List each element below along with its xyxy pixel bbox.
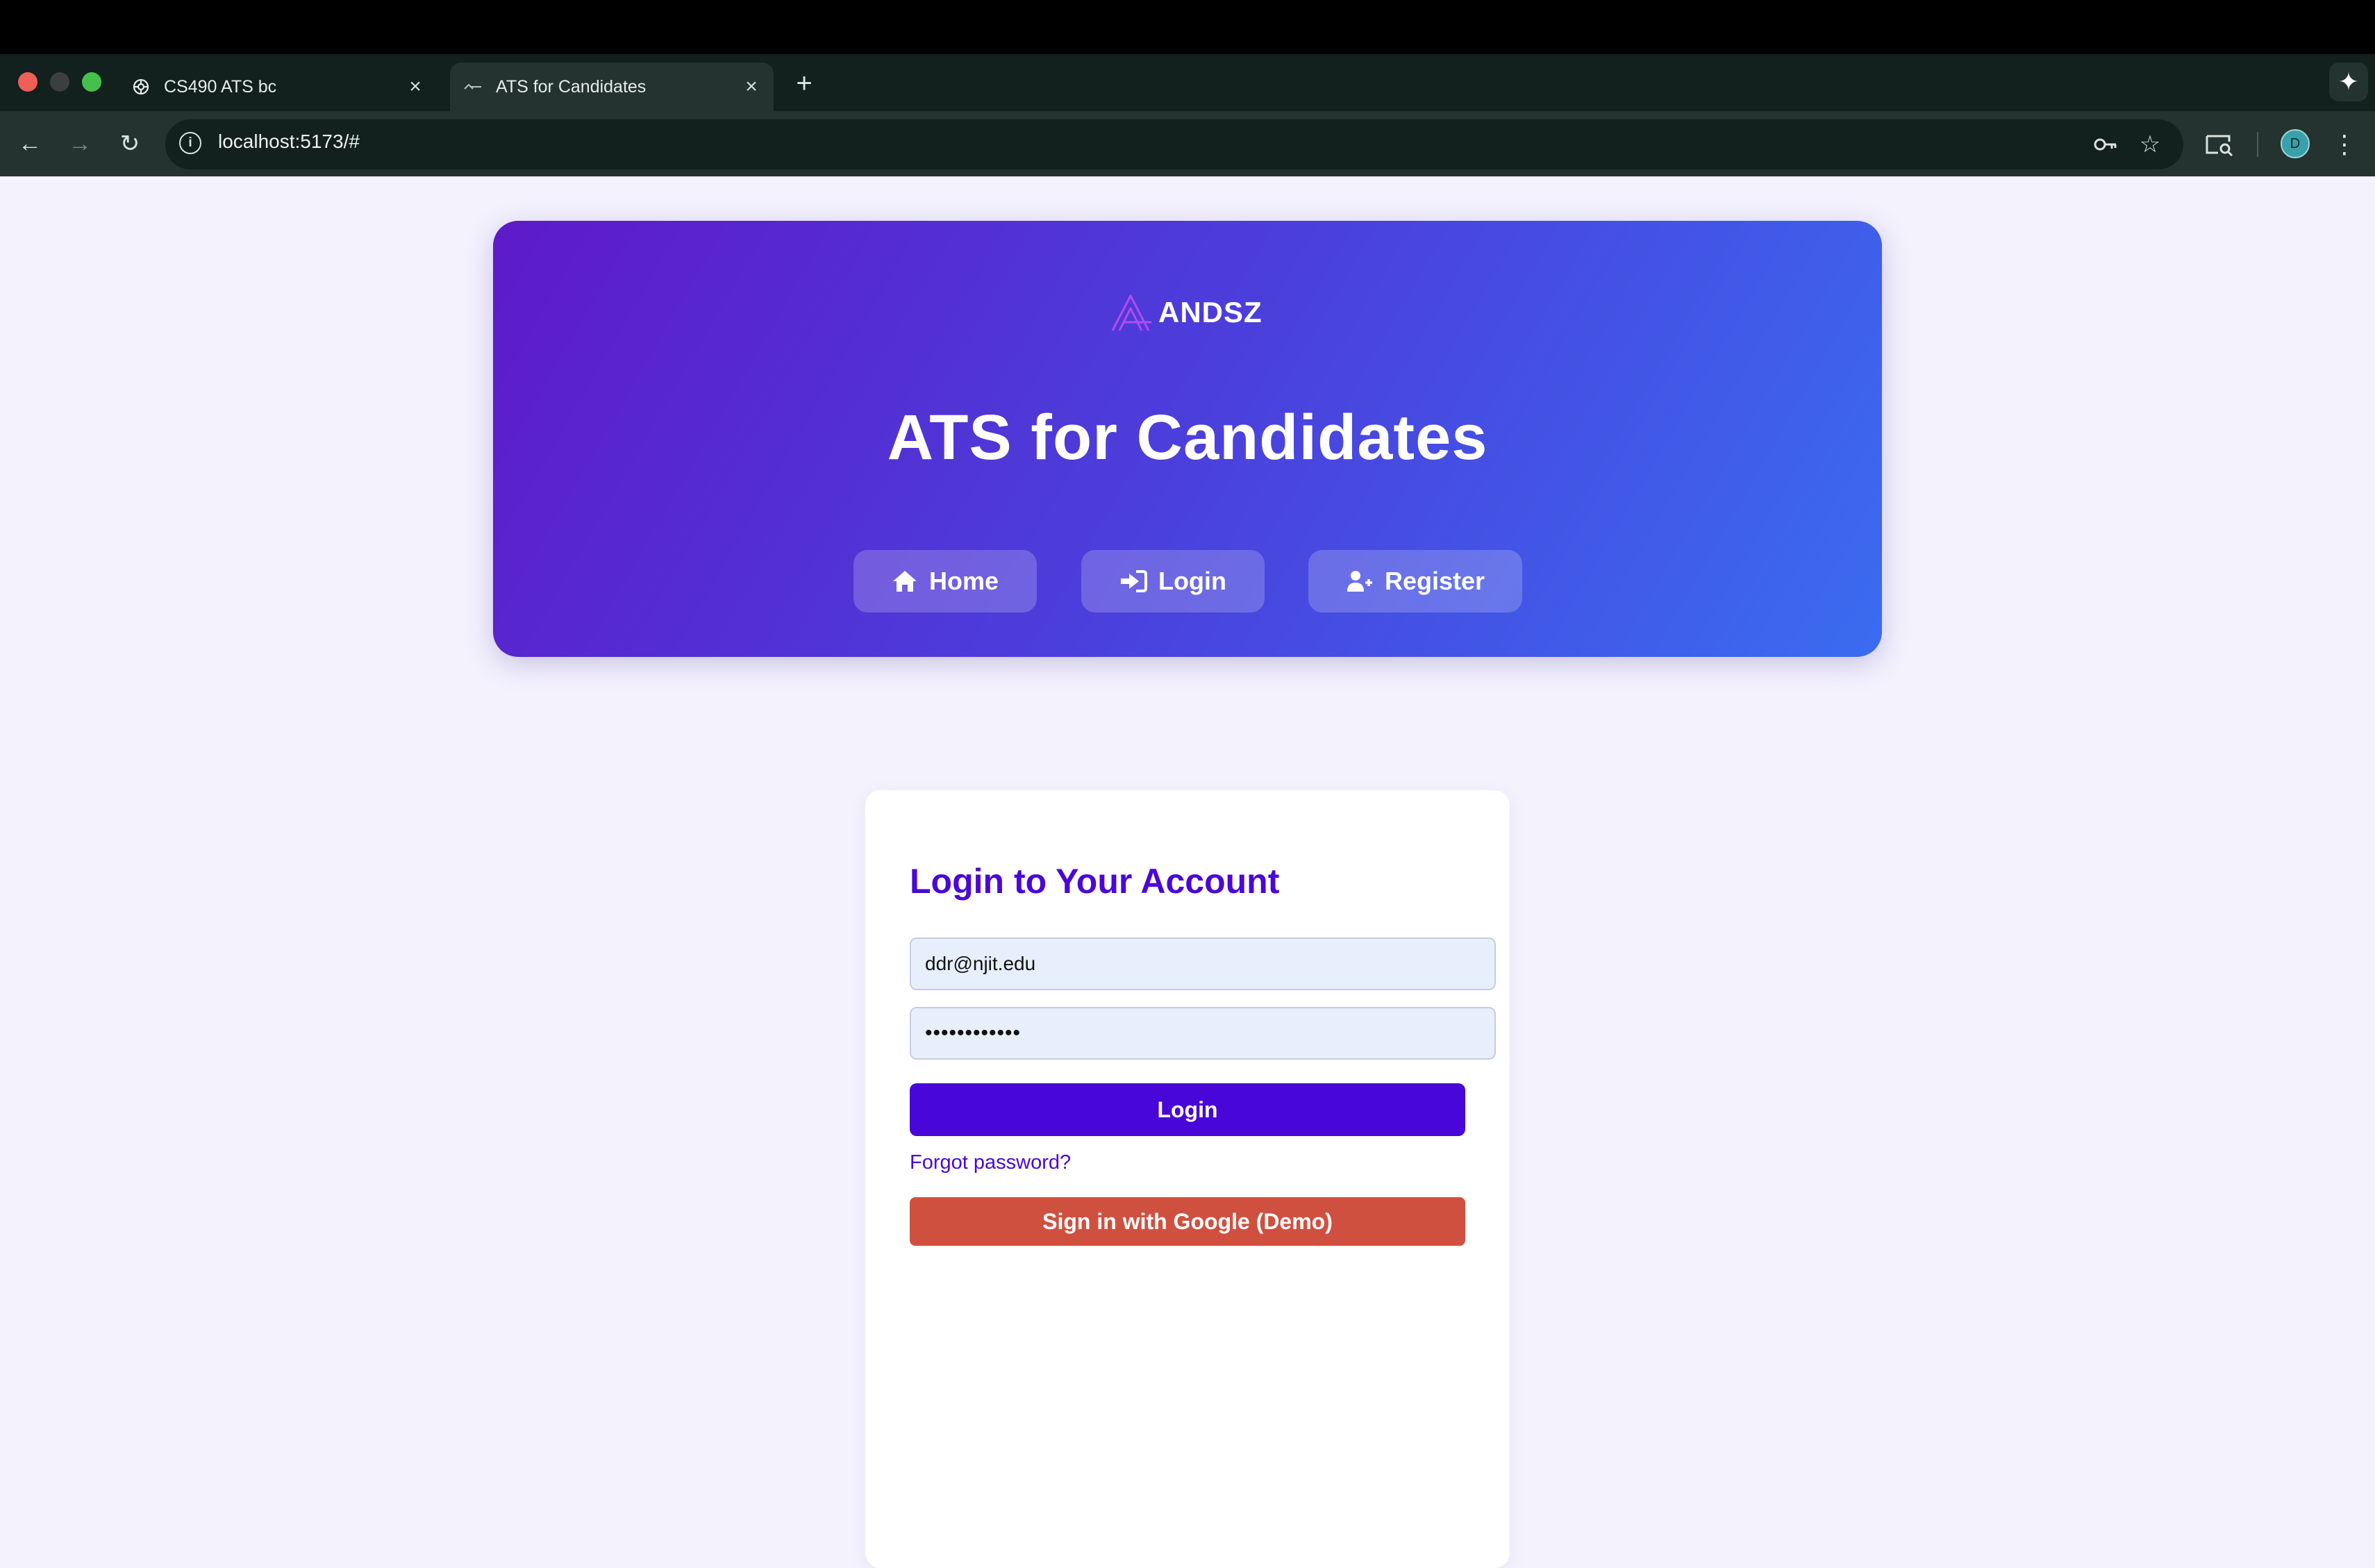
user-plus-icon <box>1347 571 1372 592</box>
window-zoom-button[interactable] <box>82 72 101 92</box>
forgot-password-link[interactable]: Forgot password? <box>910 1151 1071 1174</box>
forward-arrow-icon[interactable]: → <box>62 126 97 161</box>
password-field[interactable]: •••••••••••• <box>910 1007 1496 1060</box>
info-icon[interactable]: i <box>179 132 201 154</box>
nav-register-label: Register <box>1384 567 1485 595</box>
sparkle-icon[interactable]: ✦ <box>2329 62 2368 101</box>
page-title: ATS for Candidates <box>887 402 1488 473</box>
screen-top-bar <box>0 0 2375 54</box>
window-close-button[interactable] <box>18 72 38 92</box>
login-submit-button[interactable]: Login <box>910 1083 1465 1136</box>
nav-home-button[interactable]: Home <box>853 550 1037 612</box>
reload-icon[interactable]: ↻ <box>112 126 147 161</box>
profile-avatar[interactable]: D <box>2281 129 2310 158</box>
openai-icon <box>131 76 151 97</box>
address-bar-url[interactable]: localhost:5173/# <box>218 131 360 153</box>
tab-search-icon[interactable] <box>2203 129 2236 160</box>
nav-register-button[interactable]: Register <box>1308 550 1522 612</box>
more-vert-icon[interactable]: ⋮ <box>2331 128 2358 161</box>
google-signin-button[interactable]: Sign in with Google (Demo) <box>910 1197 1465 1246</box>
window-minimize-button[interactable] <box>50 72 69 92</box>
key-icon[interactable] <box>2090 129 2121 160</box>
browser-tab-cs490[interactable]: CS490 ATS bc × <box>118 64 438 110</box>
browser-tab-ats[interactable]: ATS for Candidates × <box>450 62 774 111</box>
nav-home-label: Home <box>928 567 999 595</box>
address-bar[interactable] <box>165 119 2183 169</box>
toolbar-divider <box>2257 132 2258 157</box>
login-card <box>865 790 1510 1568</box>
andsz-logo-icon <box>1111 294 1151 331</box>
logo-text: ANDSZ <box>1158 296 1262 328</box>
tab-title: CS490 ATS bc <box>164 76 277 97</box>
email-field[interactable]: ddr@njit.edu <box>910 937 1496 990</box>
tab-title: ATS for Candidates <box>496 76 647 97</box>
new-tab-button[interactable]: + <box>788 67 821 100</box>
back-arrow-icon[interactable]: ← <box>12 126 47 161</box>
sign-in-icon <box>1121 570 1148 592</box>
home-icon <box>892 571 917 592</box>
site-logo[interactable]: ANDSZ <box>1110 292 1262 333</box>
nav-login-label: Login <box>1158 567 1226 595</box>
nav-login-button[interactable]: Login <box>1081 550 1265 612</box>
andsz-icon <box>462 76 483 97</box>
bookmark-star-icon[interactable]: ☆ <box>2135 129 2165 160</box>
login-title: Login to Your Account <box>910 862 1280 901</box>
close-icon[interactable]: × <box>403 74 428 99</box>
close-icon[interactable]: × <box>739 74 764 99</box>
